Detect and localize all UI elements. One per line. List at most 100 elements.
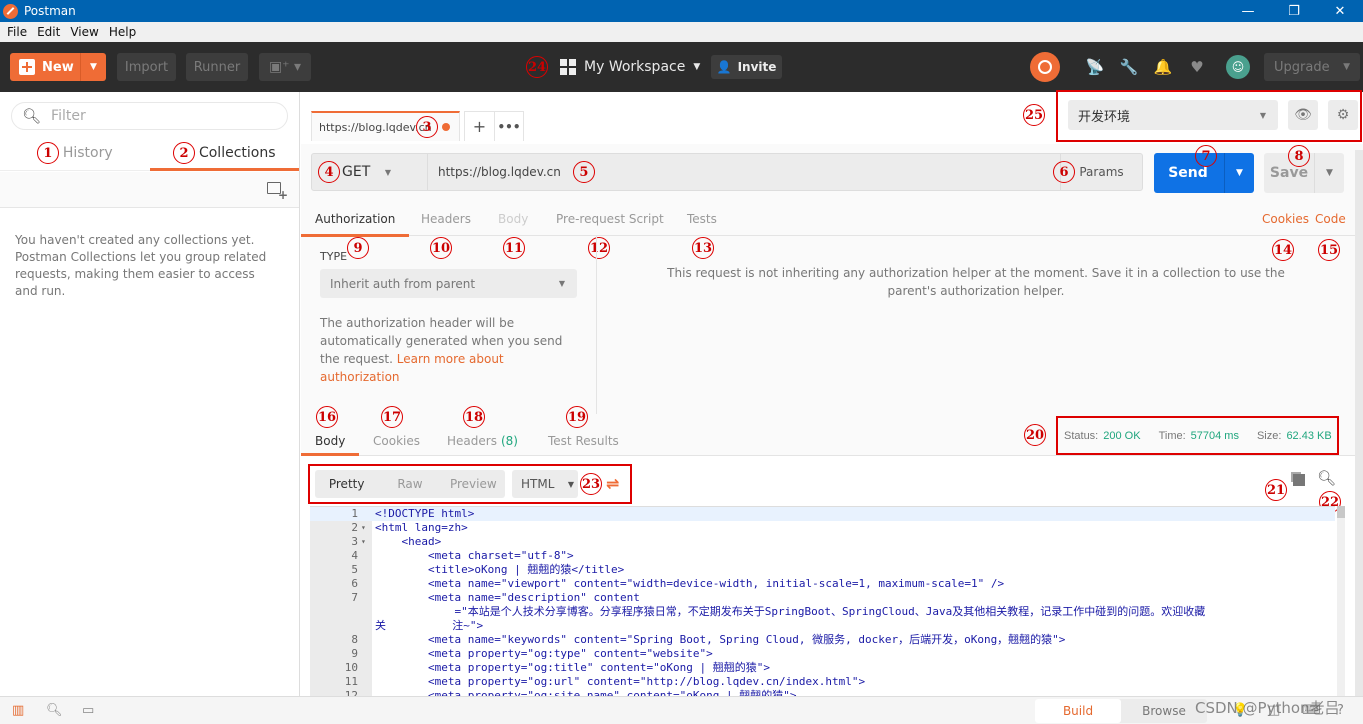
new-button[interactable]: New ▼: [10, 53, 106, 81]
auth-type-select[interactable]: Inherit auth from parent ▼: [320, 269, 577, 298]
tab-options-button[interactable]: •••: [493, 112, 523, 141]
environment-select[interactable]: 开发环境 ▼: [1068, 100, 1278, 130]
tab-headers[interactable]: Headers: [421, 202, 471, 236]
main-scrollbar[interactable]: [1355, 150, 1363, 696]
annotation-2: 2: [172, 142, 195, 164]
environment-box: 开发环境 ▼ 👁 ⚙: [1056, 90, 1362, 142]
sync-icon[interactable]: [1030, 52, 1060, 82]
code-line: 10 <meta property="og:title" content="oK…: [310, 661, 1335, 675]
minimize-button[interactable]: —: [1225, 0, 1271, 22]
line-number: 5: [351, 563, 358, 576]
save-button[interactable]: Save ▼ 8: [1264, 145, 1344, 193]
code-text: 关 注~">: [375, 619, 484, 632]
tab-body[interactable]: Body: [498, 202, 528, 236]
environment-quick-look-button[interactable]: 👁: [1288, 100, 1318, 130]
new-dropdown-button[interactable]: ▼: [80, 53, 106, 81]
send-dropdown-button[interactable]: ▼: [1224, 153, 1254, 193]
runner-button[interactable]: Runner: [186, 53, 248, 81]
search-icon[interactable]: 🔍︎: [1317, 469, 1336, 487]
annotation-7: 7: [1195, 145, 1217, 167]
workspace-switcher[interactable]: 24 My Workspace ▼: [526, 53, 700, 81]
code-line: 8 <meta name="keywords" content="Spring …: [310, 633, 1335, 647]
save-dropdown-button[interactable]: ▼: [1314, 153, 1344, 193]
annotation-16: 16: [316, 406, 338, 428]
wrap-lines-icon[interactable]: ⇌: [606, 474, 619, 493]
tab-collections[interactable]: 2 Collections: [149, 136, 300, 171]
invite-button[interactable]: 👤 Invite: [711, 55, 782, 79]
avatar[interactable]: ☺: [1226, 55, 1250, 79]
fold-toggle-icon[interactable]: ▾: [361, 521, 366, 535]
language-select[interactable]: HTML ▼: [512, 470, 578, 498]
console-icon[interactable]: ▭: [82, 703, 98, 718]
upgrade-button[interactable]: Upgrade ▼: [1264, 53, 1360, 81]
tab-authorization[interactable]: Authorization: [300, 202, 410, 237]
line-number: 12: [344, 689, 358, 696]
find-icon[interactable]: 🔍︎: [46, 703, 63, 718]
menu-edit[interactable]: Edit: [32, 25, 65, 39]
annotation-18: 18: [463, 406, 485, 428]
response-meta: Status: 200 OK Time: 57704 ms Size: 62.43 K…: [1056, 416, 1339, 455]
method-select[interactable]: 4 GET ▼: [312, 154, 428, 190]
chevron-down-icon: ▼: [1259, 110, 1266, 120]
chevron-down-icon: ▼: [558, 279, 565, 288]
format-pretty[interactable]: Pretty: [315, 477, 378, 491]
request-tab[interactable]: https://blog.lqdev.cn 3: [311, 111, 460, 141]
auth-type-value: Inherit auth from parent: [330, 276, 476, 291]
tab-response-body[interactable]: Body: [300, 427, 360, 456]
time-value: 57704 ms: [1190, 429, 1239, 442]
annotation-25: 25: [1023, 104, 1045, 126]
tab-response-headers[interactable]: Headers (8): [447, 427, 518, 455]
heart-icon[interactable]: ♥: [1188, 58, 1206, 76]
new-window-button[interactable]: ▣⁺ ▾: [259, 53, 311, 81]
sidebar: 🔍︎ Filter 1 History 2 Collections You ha…: [0, 92, 300, 696]
cookies-link[interactable]: Cookies: [1262, 202, 1309, 236]
manage-environments-button[interactable]: ⚙: [1328, 100, 1358, 130]
format-preview[interactable]: Preview: [442, 477, 505, 491]
bell-icon[interactable]: 🔔: [1154, 58, 1173, 76]
toggle-sidebar-icon[interactable]: ▥: [12, 703, 28, 718]
line-number: 6: [351, 577, 358, 590]
satellite-icon[interactable]: 📡: [1086, 58, 1105, 76]
wrench-icon[interactable]: 🔧: [1120, 58, 1139, 76]
code-text: <!DOCTYPE html>: [375, 507, 475, 520]
eye-icon: 👁: [1294, 107, 1312, 123]
tab-history[interactable]: 1 History: [0, 136, 150, 170]
menu-file[interactable]: File: [2, 25, 32, 39]
import-button[interactable]: Import: [117, 53, 176, 81]
tab-test-results[interactable]: Test Results: [548, 427, 619, 455]
filter-input[interactable]: 🔍︎ Filter: [11, 102, 288, 130]
new-tab-button[interactable]: +: [465, 112, 494, 141]
format-raw[interactable]: Raw: [378, 477, 441, 491]
tab-tests[interactable]: Tests: [687, 202, 717, 236]
new-collection-icon[interactable]: [267, 182, 288, 202]
tab-response-cookies[interactable]: Cookies: [373, 427, 420, 455]
request-tab-bar: https://blog.lqdev.cn 3 + ••• 25 开发环境 ▼ …: [301, 90, 1363, 144]
code-scrollbar[interactable]: [1337, 506, 1345, 696]
annotation-21: 21: [1265, 479, 1287, 501]
code-link[interactable]: Code: [1315, 202, 1346, 236]
send-button[interactable]: Send ▼ 7: [1154, 145, 1254, 193]
build-button[interactable]: Build: [1035, 699, 1121, 723]
params-button[interactable]: 6 Params: [1053, 154, 1142, 190]
url-input[interactable]: https://blog.lqdev.cn 5: [438, 154, 595, 190]
close-button[interactable]: ✕: [1317, 0, 1363, 22]
copy-icon[interactable]: [1293, 474, 1305, 486]
request-area: 4 GET ▼ https://blog.lqdev.cn 5 6 Params…: [300, 144, 1363, 414]
environment-value: 开发环境: [1078, 109, 1131, 125]
chevron-down-icon: ▼: [384, 167, 391, 177]
code-line: 关 注~">: [310, 619, 1335, 633]
code-text: <meta name="keywords" content="Spring Bo…: [427, 633, 1066, 646]
tab-pre-request-script[interactable]: Pre-request Script: [556, 202, 664, 236]
response-code-editor[interactable]: 1 <!DOCTYPE html> 2 ▾ <html lang=zh> 3 ▾ <head…: [310, 506, 1335, 696]
gear-icon: ⚙: [1336, 107, 1350, 123]
menu-view[interactable]: View: [65, 25, 103, 39]
line-number: 1: [351, 507, 358, 520]
plus-icon: [19, 59, 35, 75]
save-label: Save: [1269, 165, 1309, 181]
restore-button[interactable]: ❐: [1271, 0, 1317, 22]
menu-help[interactable]: Help: [104, 25, 141, 39]
fold-toggle-icon[interactable]: ▾: [361, 535, 366, 549]
code-text: <meta name="viewport" content="width=dev…: [427, 577, 1005, 590]
code-text: <meta property="og:url" content="http://…: [427, 675, 866, 688]
app-header: New ▼ Import Runner ▣⁺ ▾ 24 My Workspace…: [0, 42, 1363, 92]
